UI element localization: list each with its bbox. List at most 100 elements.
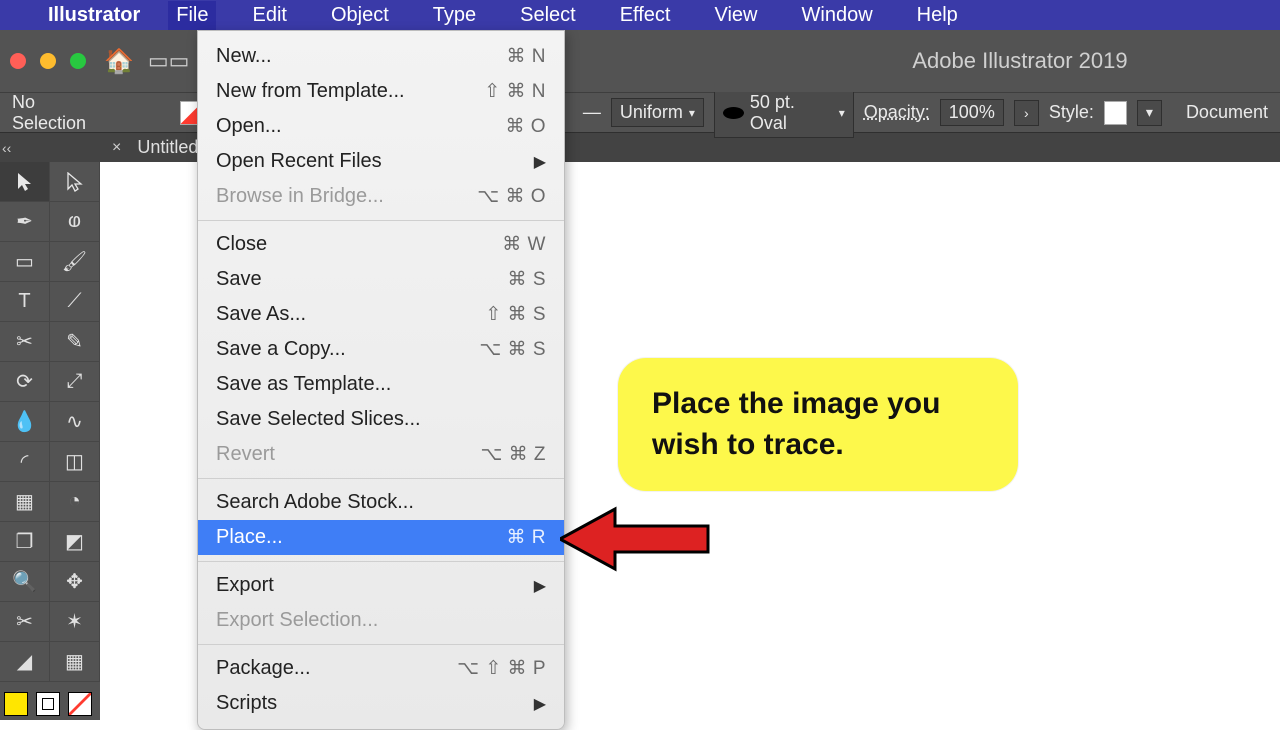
menu-help[interactable]: Help (909, 1, 966, 30)
menu-type[interactable]: Type (425, 1, 484, 30)
submenu-chevron-icon: ▶ (534, 576, 546, 596)
menu-item-label: Scripts (216, 692, 277, 715)
window-close-button[interactable] (10, 53, 26, 69)
line-tool[interactable]: ⟋ (50, 282, 100, 322)
graph-tool[interactable]: ◔ (50, 482, 100, 522)
opacity-label[interactable]: Opacity: (864, 102, 930, 123)
menu-item-label: Package... (216, 657, 311, 680)
none-swatch[interactable] (68, 692, 92, 716)
menu-item-revert: Revert⌥ ⌘ Z (198, 437, 564, 472)
direct-selection-tool[interactable] (50, 162, 100, 202)
stroke-profile-value: Uniform (620, 102, 683, 123)
menu-item-label: Close (216, 233, 267, 256)
home-icon[interactable]: 🏠 (104, 47, 134, 76)
perspective-tool[interactable]: ◩ (50, 522, 100, 562)
type-tool[interactable]: T (0, 282, 50, 322)
toolbox: ✒ ⱷ ▭ 🖌 T ⟋ ✂ ✎ ⟳ ⤢ 💧 ∿ ◜ ◫ ▦ ◔ ❐ ◩ 🔍 ✥ … (0, 162, 100, 720)
menu-item-package[interactable]: Package... ⌥ ⇧ ⌘ P (198, 651, 564, 686)
annotation-text: Place the image you wish to trace. (652, 387, 940, 461)
menu-item-shortcut: ⌘ S (508, 268, 546, 291)
free-transform-tool[interactable]: ✥ (50, 562, 100, 602)
menu-item-place[interactable]: Place...⌘ R (198, 520, 564, 555)
opacity-value[interactable]: 100% (940, 99, 1004, 126)
curvature-tool[interactable]: ⱷ (50, 202, 100, 242)
style-dropdown-chevron[interactable]: ▾ (1137, 100, 1162, 126)
chevron-down-icon: ▾ (839, 106, 845, 120)
menu-item-label: Save As... (216, 303, 306, 326)
style-label: Style: (1049, 102, 1094, 123)
menu-item-save-as-template[interactable]: Save as Template... (198, 367, 564, 402)
gradient-tool[interactable]: ◢ (0, 642, 50, 682)
stroke-profile-dropdown[interactable]: Uniform ▾ (611, 98, 704, 127)
tab-close-icon[interactable]: × (112, 139, 121, 157)
menu-item-new-from-template[interactable]: New from Template... ⇧ ⌘ N (198, 74, 564, 109)
menu-item-save-a-copy[interactable]: Save a Copy...⌥ ⌘ S (198, 332, 564, 367)
menu-select[interactable]: Select (512, 1, 584, 30)
app-name[interactable]: Illustrator (48, 4, 140, 27)
menu-item-shortcut: ⇧ ⌘ N (484, 80, 546, 103)
document-tab-name[interactable]: Untitled (137, 137, 198, 158)
menu-item-shortcut: ⌥ ⇧ ⌘ P (457, 657, 546, 680)
opacity-stepper[interactable]: › (1014, 100, 1039, 126)
symbol-sprayer-tool[interactable]: ✶ (50, 602, 100, 642)
menu-item-new[interactable]: New...⌘ N (198, 39, 564, 74)
menu-item-search-adobe-stock[interactable]: Search Adobe Stock... (198, 485, 564, 520)
blend-tool[interactable]: ∿ (50, 402, 100, 442)
window-maximize-button[interactable] (70, 53, 86, 69)
menu-item-open[interactable]: Open...⌘ O (198, 109, 564, 144)
menu-effect[interactable]: Effect (612, 1, 679, 30)
menu-edit[interactable]: Edit (244, 1, 294, 30)
menu-item-label: Browse in Bridge... (216, 185, 384, 208)
slice-tool[interactable]: ✂ (0, 602, 50, 642)
paintbrush-tool[interactable]: 🖌 (50, 242, 100, 282)
menu-item-save-selected-slices[interactable]: Save Selected Slices... (198, 402, 564, 437)
menu-item-export[interactable]: Export▶ (198, 568, 564, 603)
annotation-arrow-icon (560, 504, 710, 574)
arrange-documents-icon[interactable]: ▭▭ (148, 48, 190, 74)
collapse-panel-icon[interactable]: ‹‹ (2, 140, 11, 156)
menu-item-save[interactable]: Save ⌘ S (198, 262, 564, 297)
style-swatch[interactable] (1104, 101, 1127, 125)
artboard-tool[interactable]: ❐ (0, 522, 50, 562)
window-minimize-button[interactable] (40, 53, 56, 69)
menu-item-label: Save (216, 268, 262, 291)
menu-item-open-recent-files[interactable]: Open Recent Files ▶ (198, 144, 564, 179)
menu-window[interactable]: Window (794, 1, 881, 30)
fill-stroke-swatches (4, 692, 92, 716)
menu-item-close[interactable]: Close⌘ W (198, 227, 564, 262)
stroke-swatch-box[interactable] (36, 692, 60, 716)
traffic-lights (10, 53, 86, 69)
fill-swatch[interactable] (4, 692, 28, 716)
menu-item-label: Revert (216, 443, 275, 466)
scale-tool[interactable]: ⤢ (50, 362, 100, 402)
menu-item-save-as[interactable]: Save As... ⇧ ⌘ S (198, 297, 564, 332)
menu-object[interactable]: Object (323, 1, 397, 30)
scissors-tool[interactable]: ✂ (0, 322, 50, 362)
shape-builder-tool[interactable]: ◫ (50, 442, 100, 482)
width-tool[interactable]: ✎ (50, 322, 100, 362)
rectangle-tool[interactable]: ▭ (0, 242, 50, 282)
selection-tool[interactable] (0, 162, 50, 202)
window-title: Adobe Illustrator 2019 (912, 48, 1127, 74)
menu-item-shortcut: ⌘ O (505, 115, 546, 138)
grid-tool[interactable]: ▦ (50, 642, 100, 682)
menu-item-shortcut: ⇧ ⌘ S (485, 303, 546, 326)
arc-tool[interactable]: ◜ (0, 442, 50, 482)
menu-item-label: Save a Copy... (216, 338, 346, 361)
pen-tool[interactable]: ✒ (0, 202, 50, 242)
eyedropper-tool[interactable]: 💧 (0, 402, 50, 442)
menu-item-label: New from Template... (216, 80, 405, 103)
mesh-tool[interactable]: ▦ (0, 482, 50, 522)
menu-item-label: Save as Template... (216, 373, 391, 396)
submenu-chevron-icon: ▶ (534, 152, 546, 172)
menu-item-scripts[interactable]: Scripts ▶ (198, 686, 564, 721)
document-setup-label[interactable]: Document (1186, 102, 1268, 123)
brush-dropdown[interactable]: 50 pt. Oval ▾ (714, 88, 854, 138)
zoom-tool[interactable]: 🔍 (0, 562, 50, 602)
menu-view[interactable]: View (707, 1, 766, 30)
menu-file[interactable]: File (168, 1, 216, 30)
menu-item-label: Open Recent Files (216, 150, 382, 173)
submenu-chevron-icon: ▶ (534, 694, 546, 714)
rotate-tool[interactable]: ⟳ (0, 362, 50, 402)
control-bar: No Selection — Uniform ▾ 50 pt. Oval ▾ O… (0, 92, 1280, 132)
